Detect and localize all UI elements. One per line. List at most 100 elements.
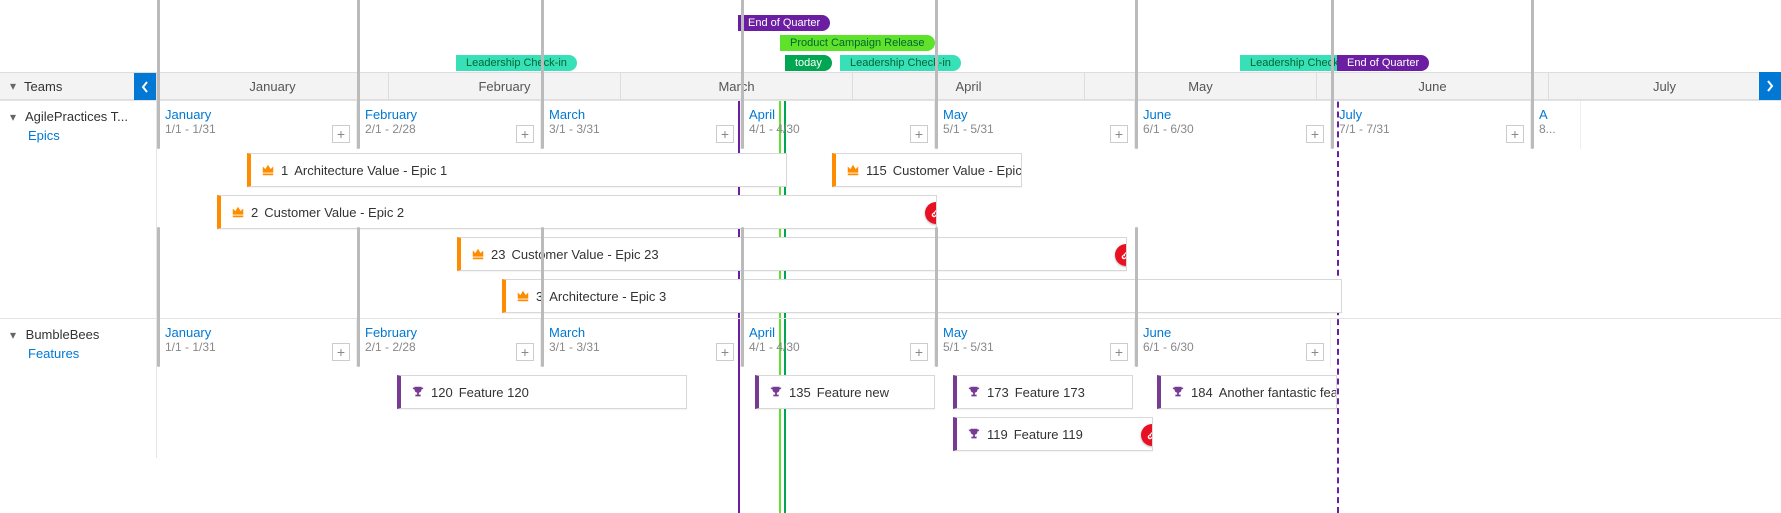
sprint-column: January 1/1 - 1/31 + <box>157 101 357 149</box>
sprint-name[interactable]: June <box>1143 325 1322 340</box>
sprint-column: A 8... <box>1531 101 1581 149</box>
link-icon[interactable] <box>1115 244 1127 266</box>
month-header: June <box>1317 73 1549 99</box>
sprint-column: March 3/1 - 3/31 + <box>541 319 741 367</box>
sprint-column: April 4/1 - 4/30 + <box>741 101 935 149</box>
chevron-down-icon: ▾ <box>10 328 16 342</box>
feature-card[interactable]: 184 Another fantastic feature <box>1157 375 1337 409</box>
month-header: July <box>1549 73 1781 99</box>
add-item-button[interactable]: + <box>332 343 350 361</box>
backlog-level-link[interactable]: Features <box>28 346 146 361</box>
sprint-column: May 5/1 - 5/31 + <box>935 319 1135 367</box>
card-title: Feature 120 <box>459 385 529 400</box>
teams-label: Teams <box>24 79 62 94</box>
sprint-name[interactable]: May <box>943 325 1126 340</box>
scroll-left-button[interactable] <box>134 73 156 101</box>
marker-today[interactable]: today <box>785 54 832 71</box>
epic-card[interactable]: 115 Customer Value - Epic 115 <box>832 153 1022 187</box>
sprint-dates: 3/1 - 3/31 <box>549 122 732 136</box>
scroll-right-button[interactable] <box>1759 72 1781 100</box>
month-header: March <box>621 73 853 99</box>
add-item-button[interactable]: + <box>1506 125 1524 143</box>
sprint-divider <box>541 0 544 149</box>
sprint-name[interactable]: A <box>1539 107 1572 122</box>
sprint-name[interactable]: January <box>165 325 348 340</box>
add-item-button[interactable]: + <box>332 125 350 143</box>
marker-leadership-1[interactable]: Leadership Check-in <box>456 54 577 71</box>
team-left-pane: ▾ AgilePractices T... Epics <box>0 101 157 318</box>
sprint-name[interactable]: April <box>749 107 926 122</box>
team-block-bumblebees: ▾ BumbleBees Features January 1/1 - 1/31… <box>0 318 1781 458</box>
add-item-button[interactable]: + <box>1110 343 1128 361</box>
add-item-button[interactable]: + <box>1110 125 1128 143</box>
sprint-dates: 4/1 - 4/30 <box>749 122 926 136</box>
sprint-name[interactable]: March <box>549 107 732 122</box>
marker-leadership-2[interactable]: Leadership Check-in <box>840 54 961 71</box>
card-title: Feature 119 <box>1014 427 1083 442</box>
sprint-column: July 7/1 - 7/31 + <box>1331 101 1531 149</box>
sprint-dates: 2/1 - 2/28 <box>365 122 532 136</box>
add-item-button[interactable]: + <box>716 125 734 143</box>
sprint-column: March 3/1 - 3/31 + <box>541 101 741 149</box>
sprint-column: February 2/1 - 2/28 + <box>357 319 541 367</box>
link-icon[interactable] <box>925 202 937 224</box>
team-name-label: AgilePractices T... <box>25 109 128 124</box>
add-item-button[interactable]: + <box>716 343 734 361</box>
sprint-name[interactable]: February <box>365 107 532 122</box>
chevron-down-icon[interactable]: ▾ <box>10 79 16 93</box>
trophy-icon <box>967 427 981 441</box>
trophy-icon <box>769 385 783 399</box>
add-item-button[interactable]: + <box>910 343 928 361</box>
epic-card[interactable]: 2 Customer Value - Epic 2 <box>217 195 937 229</box>
feature-card[interactable]: 119 Feature 119 <box>953 417 1153 451</box>
sprint-name[interactable]: January <box>165 107 348 122</box>
crown-icon <box>471 247 485 261</box>
month-header: April <box>853 73 1085 99</box>
card-title: Architecture Value - Epic 1 <box>294 163 447 178</box>
card-title: Feature new <box>817 385 889 400</box>
marker-end-of-quarter-1[interactable]: End of Quarter <box>738 14 830 31</box>
card-title: Customer Value - Epic 115 <box>893 163 1022 178</box>
feature-card[interactable]: 135 Feature new <box>755 375 935 409</box>
sprint-name[interactable]: February <box>365 325 532 340</box>
sprint-row: January 1/1 - 1/31 + February 2/1 - 2/28… <box>157 319 1781 367</box>
sprint-name[interactable]: April <box>749 325 926 340</box>
card-title: Architecture - Epic 3 <box>549 289 666 304</box>
feature-card[interactable]: 173 Feature 173 <box>953 375 1133 409</box>
sprint-name[interactable]: May <box>943 107 1126 122</box>
card-title: Another fantastic feature <box>1219 385 1337 400</box>
crown-icon <box>846 163 860 177</box>
delivery-plan-root: End of Quarter Product Campaign Release … <box>0 0 1781 513</box>
team-timeline: January 1/1 - 1/31 + February 2/1 - 2/28… <box>157 319 1781 458</box>
card-title: Customer Value - Epic 2 <box>264 205 404 220</box>
sprint-name[interactable]: March <box>549 325 732 340</box>
add-item-button[interactable]: + <box>910 125 928 143</box>
card-id: 135 <box>789 385 811 400</box>
marker-end-of-quarter-2[interactable]: End of Quarter <box>1337 54 1429 71</box>
epic-card[interactable]: 1 Architecture Value - Epic 1 <box>247 153 787 187</box>
crown-icon <box>231 205 245 219</box>
epic-card[interactable]: 3 Architecture - Epic 3 <box>502 279 1342 313</box>
add-item-button[interactable]: + <box>516 343 534 361</box>
sprint-name[interactable]: July <box>1339 107 1522 122</box>
epic-card[interactable]: 23 Customer Value - Epic 23 <box>457 237 1127 271</box>
card-id: 173 <box>987 385 1009 400</box>
sprint-column: February 2/1 - 2/28 + <box>357 101 541 149</box>
sprint-column: June 6/1 - 6/30 + <box>1135 101 1331 149</box>
add-item-button[interactable]: + <box>1306 343 1324 361</box>
add-item-button[interactable]: + <box>516 125 534 143</box>
marker-product-campaign[interactable]: Product Campaign Release <box>780 34 935 51</box>
sprint-dates: 1/1 - 1/31 <box>165 340 348 354</box>
sprint-name[interactable]: June <box>1143 107 1322 122</box>
link-icon[interactable] <box>1141 424 1153 446</box>
add-item-button[interactable]: + <box>1306 125 1324 143</box>
feature-card[interactable]: 120 Feature 120 <box>397 375 687 409</box>
sprint-divider <box>157 0 160 149</box>
card-id: 115 <box>866 163 887 178</box>
team-header[interactable]: ▾ AgilePractices T... <box>10 109 146 124</box>
marker-pill: Leadership Check-in <box>456 55 577 71</box>
month-header: February <box>389 73 621 99</box>
team-header[interactable]: ▾ BumbleBees <box>10 327 146 342</box>
sprint-column: January 1/1 - 1/31 + <box>157 319 357 367</box>
backlog-level-link[interactable]: Epics <box>28 128 146 143</box>
